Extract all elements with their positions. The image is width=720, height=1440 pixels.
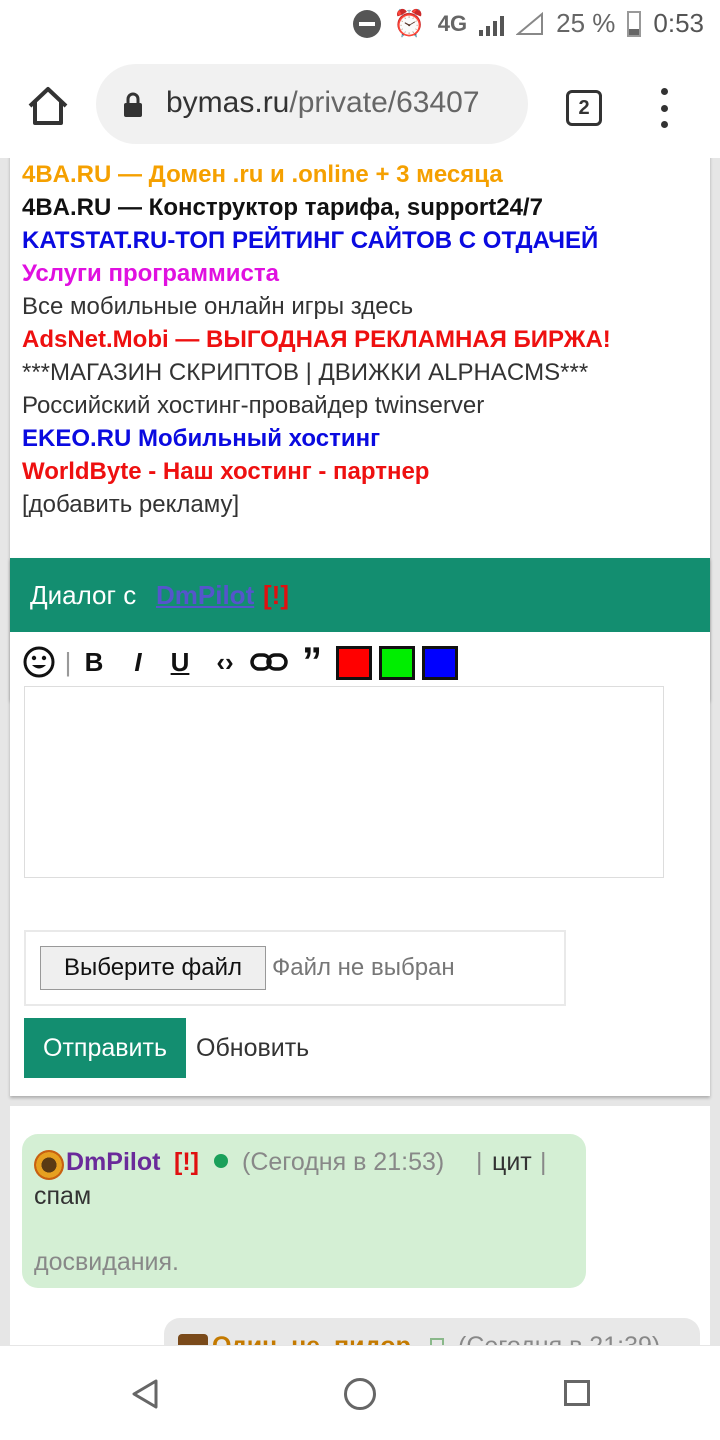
color-blue-button[interactable]	[422, 646, 458, 680]
battery-percent: 25 %	[556, 8, 616, 38]
ad-link[interactable]: 4BA.RU — Конструктор тарифа, support24/7	[22, 193, 543, 223]
do-not-disturb-icon	[353, 9, 382, 38]
home-nav-icon[interactable]	[344, 1378, 376, 1410]
recent-apps-icon[interactable]	[564, 1380, 590, 1406]
device-icon	[430, 1338, 444, 1345]
italic-button[interactable]: I	[124, 644, 152, 680]
ad-link[interactable]: Российский хостинг-провайдер twinserver	[22, 391, 484, 421]
message-textarea[interactable]	[24, 686, 664, 878]
toolbar-divider: |	[64, 647, 72, 677]
lock-icon	[124, 92, 142, 117]
message-list: DmPilot [!] (Сегодня в 21:53) | цит | сп…	[10, 1106, 710, 1345]
ad-link[interactable]: ***МАГАЗИН СКРИПТОВ | ДВИЖКИ ALPHACMS***	[22, 358, 588, 388]
message-time: (Сегодня в 21:39)	[458, 1332, 660, 1345]
dialog-form: Диалог с DmPilot [!] | B I U ‹› ” Выбери…	[10, 558, 710, 1096]
url-text: bymas.ru/private/63407	[166, 86, 480, 119]
home-icon[interactable]	[26, 84, 70, 128]
message-author[interactable]: Один_не_пидор	[212, 1332, 411, 1345]
color-green-button[interactable]	[379, 646, 415, 680]
browser-toolbar: bymas.ru/private/63407 2	[0, 52, 720, 158]
address-bar[interactable]: bymas.ru/private/63407	[96, 64, 528, 144]
quote-link[interactable]: цит	[492, 1148, 532, 1177]
separator: |	[540, 1148, 547, 1176]
code-button[interactable]: ‹›	[208, 644, 242, 680]
dialog-header: Диалог с DmPilot [!]	[10, 558, 710, 632]
message-item: DmPilot [!] (Сегодня в 21:53) | цит | сп…	[22, 1134, 586, 1288]
avatar	[34, 1150, 64, 1180]
message-text: досвидания.	[34, 1248, 179, 1276]
choose-file-button[interactable]: Выберите файл	[40, 946, 266, 990]
ad-link[interactable]: WorldByte - Наш хостинг - партнер	[22, 457, 429, 487]
underline-button[interactable]: U	[166, 644, 194, 680]
refresh-link[interactable]: Обновить	[196, 1034, 309, 1063]
message-item: Один_не_пидор (Сегодня в 21:39)	[164, 1318, 700, 1345]
ad-link[interactable]: 4BA.RU — Домен .ru и .online + 3 месяца	[22, 160, 503, 190]
ad-link[interactable]: Все мобильные онлайн игры здесь	[22, 292, 413, 322]
online-status-icon	[214, 1154, 228, 1168]
ad-link[interactable]: Услуги программиста	[22, 259, 279, 289]
back-icon[interactable]	[130, 1378, 160, 1410]
ad-link[interactable]: AdsNet.Mobi — ВЫГОДНАЯ РЕКЛАМНАЯ БИРЖА!	[22, 325, 611, 355]
network-type: 4G	[437, 10, 468, 36]
ad-link[interactable]: [добавить рекламу]	[22, 490, 239, 520]
alarm-icon: ⏰	[393, 8, 426, 38]
signal-icon	[479, 12, 505, 36]
color-red-button[interactable]	[336, 646, 372, 680]
smiley-icon[interactable]	[22, 644, 56, 680]
bold-button[interactable]: B	[80, 644, 108, 680]
dialog-user-flag[interactable]: [!]	[263, 580, 289, 611]
send-button[interactable]: Отправить	[24, 1018, 186, 1078]
tab-switcher-button[interactable]: 2	[566, 90, 602, 126]
dialog-title: Диалог с	[30, 580, 137, 610]
file-upload-field: Выберите файл Файл не выбран	[24, 930, 566, 1006]
wifi-icon	[516, 11, 544, 36]
avatar	[178, 1334, 208, 1345]
status-bar: ⏰ 4G 25 % 0:53	[0, 0, 720, 52]
ad-link[interactable]: KATSTAT.RU-ТОП РЕЙТИНГ САЙТОВ С ОТДАЧЕЙ	[22, 226, 598, 256]
spam-link[interactable]: спам	[34, 1182, 91, 1211]
quote-button[interactable]: ”	[298, 642, 326, 682]
file-status: Файл не выбран	[272, 954, 455, 981]
author-flag[interactable]: [!]	[174, 1148, 199, 1177]
page-content: 4BA.RU — Домен .ru и .online + 3 месяца 4…	[0, 158, 720, 1345]
separator: |	[476, 1148, 483, 1176]
dialog-user-link[interactable]: DmPilot	[156, 580, 254, 611]
clock: 0:53	[653, 8, 704, 38]
system-nav-bar	[0, 1345, 720, 1440]
battery-icon	[627, 10, 642, 37]
message-author[interactable]: DmPilot	[66, 1148, 160, 1177]
message-time: (Сегодня в 21:53)	[242, 1148, 445, 1176]
ad-link[interactable]: EKEO.RU Мобильный хостинг	[22, 424, 380, 454]
link-icon[interactable]	[250, 644, 288, 680]
menu-icon[interactable]	[656, 88, 672, 128]
